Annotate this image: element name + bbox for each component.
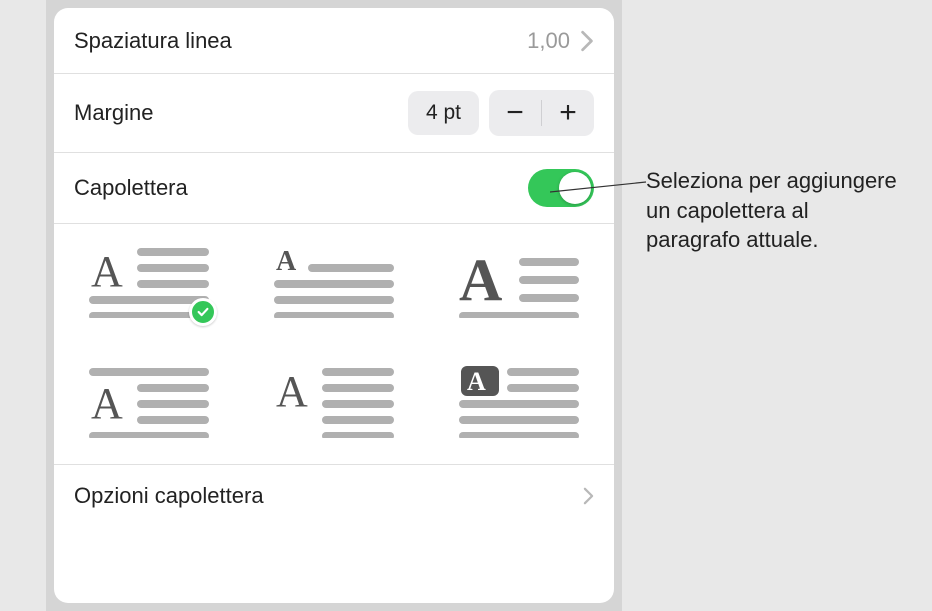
chevron-right-icon bbox=[580, 30, 594, 52]
svg-text:A: A bbox=[91, 247, 123, 296]
dropcap-style-2[interactable]: A bbox=[274, 246, 394, 318]
dropcap-style-4[interactable]: A bbox=[89, 366, 209, 438]
dropcap-style-5[interactable]: A bbox=[274, 366, 394, 438]
dropcap-style-6[interactable]: A bbox=[459, 366, 579, 438]
line-spacing-row[interactable]: Spaziatura linea 1,00 bbox=[54, 8, 614, 74]
callout-text: Seleziona per aggiungere un capolettera … bbox=[646, 166, 906, 255]
svg-text:A: A bbox=[276, 367, 308, 416]
callout-leader bbox=[550, 180, 650, 200]
dropcap-styles-grid: A A bbox=[78, 246, 590, 438]
margin-value[interactable]: 4 pt bbox=[408, 91, 479, 135]
stepper-minus-button[interactable]: − bbox=[489, 90, 541, 136]
dropcap-styles-section: A A bbox=[54, 224, 614, 465]
svg-text:A: A bbox=[276, 246, 297, 277]
dropcap-row: Capolettera bbox=[54, 153, 614, 224]
line-spacing-value: 1,00 bbox=[527, 28, 570, 54]
dropcap-style-3[interactable]: A bbox=[459, 246, 579, 318]
svg-text:A: A bbox=[459, 247, 502, 313]
line-spacing-label: Spaziatura linea bbox=[74, 28, 527, 54]
stepper-plus-button[interactable]: + bbox=[542, 90, 594, 136]
format-panel: Spaziatura linea 1,00 Margine 4 pt − + C… bbox=[54, 8, 614, 603]
margin-stepper: − + bbox=[489, 90, 594, 136]
margin-row: Margine 4 pt − + bbox=[54, 74, 614, 153]
svg-text:A: A bbox=[467, 367, 486, 396]
dropcap-options-row[interactable]: Opzioni capolettera bbox=[54, 465, 614, 527]
checkmark-icon bbox=[189, 298, 217, 326]
dropcap-style-1[interactable]: A bbox=[89, 246, 209, 318]
chevron-right-icon bbox=[583, 487, 594, 505]
margin-label: Margine bbox=[74, 100, 408, 126]
svg-text:A: A bbox=[91, 379, 123, 428]
dropcap-label: Capolettera bbox=[74, 175, 528, 201]
dropcap-options-label: Opzioni capolettera bbox=[74, 483, 583, 509]
